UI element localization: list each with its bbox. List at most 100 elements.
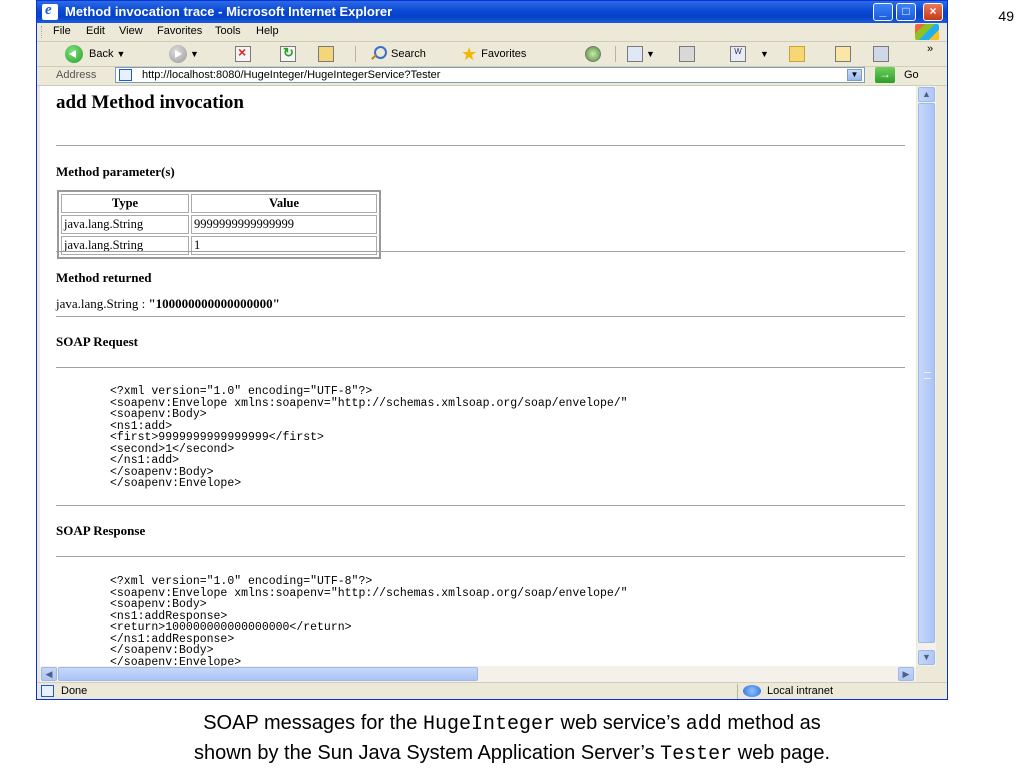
menu-help[interactable]: Help <box>256 25 279 37</box>
menu-view[interactable]: View <box>119 25 143 37</box>
media-icon <box>585 46 601 62</box>
scroll-left-arrow-icon[interactable]: ◀ <box>41 667 57 681</box>
vertical-scrollbar[interactable]: ▲ ▼ <box>917 86 936 666</box>
params-table: Type Value java.lang.String 999999999999… <box>57 190 381 259</box>
mail-button[interactable]: ▼ <box>627 44 655 64</box>
messenger-button[interactable] <box>873 44 889 64</box>
favorites-label: Favorites <box>481 48 527 60</box>
toolbar-grip <box>41 26 45 38</box>
go-button[interactable]: Go <box>904 69 919 81</box>
divider <box>56 556 905 557</box>
discuss-icon <box>835 46 851 62</box>
xml-line: </soapenv:Envelope> <box>110 655 242 666</box>
status-text: Done <box>61 685 88 697</box>
soap-response-xml: <?xml version="1.0" encoding="UTF-8"?> <… <box>110 576 628 666</box>
windows-logo-icon <box>915 24 939 40</box>
close-button[interactable]: × <box>923 3 943 21</box>
horizontal-scroll-thumb[interactable] <box>58 667 478 681</box>
divider <box>56 505 905 506</box>
page-icon <box>119 69 132 81</box>
edit-in-word-button[interactable]: W ▼ <box>730 44 769 64</box>
print-button[interactable] <box>679 44 695 64</box>
favorites-star-icon: ★ <box>461 44 478 64</box>
print-icon <box>679 46 695 62</box>
folder-button[interactable] <box>789 44 805 64</box>
params-heading: Method parameter(s) <box>56 164 175 179</box>
home-icon <box>318 46 334 62</box>
caption-code: Tester <box>660 743 733 766</box>
caption-text: shown by the Sun Java System Application… <box>193 742 661 764</box>
caption-text: SOAP messages for the <box>203 712 423 734</box>
back-label: Back <box>89 48 114 60</box>
returned-value: "100000000000000000" <box>148 296 280 311</box>
slide-number: 49 <box>998 8 1014 24</box>
status-bar: Done Local intranet <box>37 682 947 700</box>
slide-caption: SOAP messages for the HugeInteger web se… <box>0 709 1024 769</box>
stop-button[interactable] <box>235 44 251 64</box>
menu-tools[interactable]: Tools <box>215 25 241 37</box>
scrollbar-corner <box>917 666 936 682</box>
page-done-icon <box>41 685 54 697</box>
menu-edit[interactable]: Edit <box>86 25 105 37</box>
internet-explorer-icon <box>42 2 58 20</box>
soap-response-heading: SOAP Response <box>56 523 146 538</box>
status-separator <box>737 684 738 699</box>
maximize-button[interactable]: □ <box>896 3 916 21</box>
divider <box>56 316 905 317</box>
table-row: java.lang.String 9999999999999999 <box>61 215 377 234</box>
column-header-value: Value <box>191 194 377 213</box>
address-url: http://localhost:8080/HugeInteger/HugeIn… <box>142 69 441 81</box>
refresh-button[interactable] <box>280 44 296 64</box>
horizontal-scrollbar[interactable]: ◀ ▶ <box>40 666 916 682</box>
media-button[interactable] <box>585 44 601 64</box>
address-bar: Address http://localhost:8080/HugeIntege… <box>37 67 947 86</box>
menu-bar: File Edit View Favorites Tools Help <box>37 23 947 42</box>
messenger-icon <box>873 46 889 62</box>
security-zone: Local intranet <box>767 685 834 697</box>
discuss-button[interactable] <box>835 44 851 64</box>
menu-file[interactable]: File <box>53 25 71 37</box>
back-dropdown-icon[interactable]: ▼ <box>116 49 125 59</box>
address-label: Address <box>56 69 97 81</box>
scroll-down-arrow-icon[interactable]: ▼ <box>918 650 935 665</box>
forward-button[interactable]: ▼ <box>169 44 199 64</box>
favorites-button[interactable]: ★ Favorites <box>461 44 526 64</box>
returned-type: java.lang.String : <box>56 296 149 311</box>
edit-dropdown-icon[interactable]: ▼ <box>760 49 769 59</box>
page-content: add Method invocation Method parameter(s… <box>40 86 916 666</box>
divider <box>56 367 905 368</box>
toolbar-separator <box>615 46 616 62</box>
folder-icon <box>789 46 805 62</box>
stop-icon <box>235 44 251 62</box>
refresh-icon <box>280 45 296 62</box>
back-arrow-icon <box>65 45 83 63</box>
home-button[interactable] <box>318 44 334 64</box>
browser-window: Method invocation trace - Microsoft Inte… <box>36 0 948 700</box>
back-button[interactable]: Back ▼ <box>65 44 125 64</box>
caption-text: web service’s <box>555 712 686 734</box>
menu-favorites[interactable]: Favorites <box>157 25 202 37</box>
search-button[interactable]: Search <box>370 44 426 64</box>
divider <box>56 251 905 252</box>
caption-text: method as <box>721 712 821 734</box>
scroll-up-arrow-icon[interactable]: ▲ <box>918 87 935 102</box>
scroll-right-arrow-icon[interactable]: ▶ <box>898 667 914 681</box>
returned-value-line: java.lang.String : "100000000000000000" <box>56 296 280 312</box>
forward-dropdown-icon[interactable]: ▼ <box>190 49 199 59</box>
vertical-scroll-thumb[interactable] <box>918 103 935 643</box>
caption-text: web page. <box>732 742 831 764</box>
address-input[interactable]: http://localhost:8080/HugeInteger/HugeIn… <box>115 67 865 83</box>
forward-arrow-icon <box>169 45 187 63</box>
scroll-grip <box>924 372 931 379</box>
soap-request-heading: SOAP Request <box>56 334 138 349</box>
minimize-button[interactable]: _ <box>873 3 893 21</box>
caption-code: HugeInteger <box>422 713 555 736</box>
mail-dropdown-icon[interactable]: ▼ <box>646 49 655 59</box>
go-arrow-icon[interactable]: → <box>875 67 895 83</box>
title-bar[interactable]: Method invocation trace - Microsoft Inte… <box>37 1 947 23</box>
local-intranet-icon <box>743 685 761 697</box>
xml-line: </soapenv:Envelope> <box>110 477 242 490</box>
address-dropdown-icon[interactable]: ▼ <box>847 69 862 81</box>
returned-heading: Method returned <box>56 270 152 285</box>
toolbar-more-chevron[interactable]: » <box>927 39 933 59</box>
